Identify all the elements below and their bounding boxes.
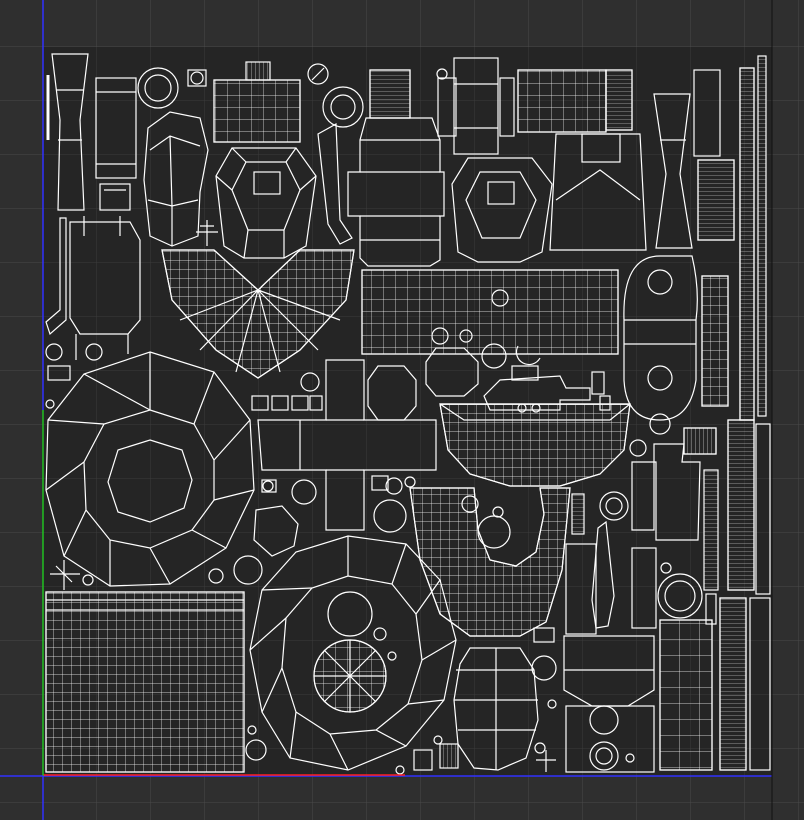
uv-island[interactable] bbox=[361, 269, 619, 355]
uv-viewport[interactable] bbox=[0, 0, 804, 820]
uv-island[interactable] bbox=[45, 591, 245, 773]
uv-canvas[interactable] bbox=[0, 0, 804, 820]
uv-island[interactable] bbox=[517, 69, 633, 133]
